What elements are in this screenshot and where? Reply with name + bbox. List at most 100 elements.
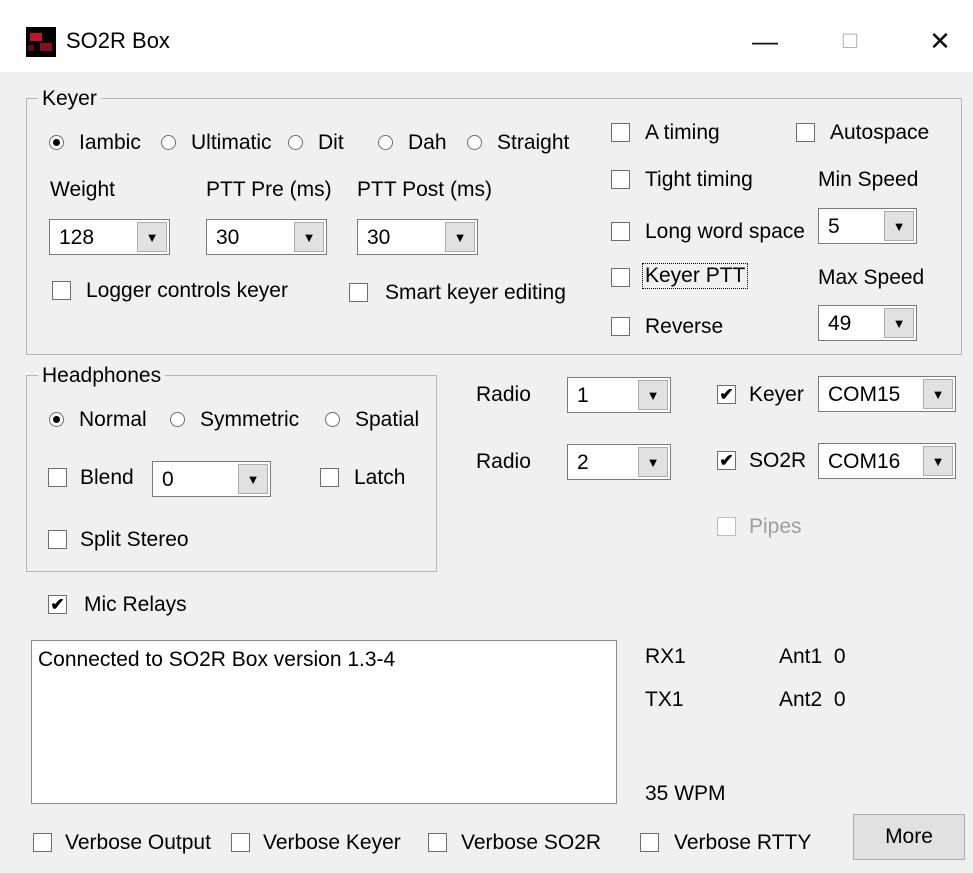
split-stereo-checkbox[interactable] [48, 530, 67, 549]
close-button[interactable]: ✕ [910, 16, 970, 66]
long-word-space-label: Long word space [645, 220, 805, 243]
radio2-select[interactable]: 2 ▼ [567, 444, 671, 480]
radio-straight[interactable] [467, 135, 482, 150]
maximize-button[interactable]: □ [820, 16, 880, 66]
latch-checkbox[interactable] [320, 468, 339, 487]
chevron-down-icon[interactable]: ▼ [923, 446, 953, 476]
radio-symmetric[interactable] [170, 412, 185, 427]
pipes-label: Pipes [749, 515, 802, 538]
log-line: Connected to SO2R Box version 1.3-4 [38, 648, 396, 671]
split-stereo-label: Split Stereo [80, 528, 189, 551]
chevron-down-icon[interactable]: ▼ [923, 379, 953, 409]
radio-normal[interactable] [49, 412, 64, 427]
minimize-button[interactable]: — [735, 16, 795, 66]
ant2-status: Ant2 0 [779, 688, 846, 711]
ptt-pre-select[interactable]: 30 ▼ [206, 219, 327, 255]
verbose-so2r-checkbox[interactable] [428, 833, 447, 852]
keyer-port-label: Keyer [749, 383, 804, 406]
keyer-port-checkbox[interactable]: ✔ [717, 385, 736, 404]
chevron-down-icon[interactable]: ▼ [238, 464, 268, 494]
radio-iambic[interactable] [49, 135, 64, 150]
radio-dit[interactable] [288, 135, 303, 150]
radio-symmetric-label: Symmetric [200, 408, 300, 431]
keyer-port-select[interactable]: COM15 ▼ [818, 376, 956, 412]
more-button[interactable]: More [853, 814, 965, 860]
max-speed-select-value: 49 [828, 312, 852, 335]
tight-timing-label: Tight timing [645, 168, 753, 191]
verbose-output-label: Verbose Output [65, 831, 211, 854]
rx-status: RX1 [645, 645, 686, 668]
so2r-port-select[interactable]: COM16 ▼ [818, 443, 956, 479]
headphones-legend: Headphones [38, 364, 166, 388]
chevron-down-icon[interactable]: ▼ [638, 380, 668, 410]
ptt-post-select[interactable]: 30 ▼ [357, 219, 478, 255]
reverse-checkbox[interactable] [611, 317, 630, 336]
radio-spatial[interactable] [325, 412, 340, 427]
chevron-down-icon[interactable]: ▼ [445, 222, 475, 252]
window-title: SO2R Box [66, 28, 170, 53]
blend-checkbox[interactable] [48, 468, 67, 487]
keyer-ptt-checkbox[interactable] [611, 268, 630, 287]
a-timing-label: A timing [645, 121, 720, 144]
min-speed-label: Min Speed [818, 168, 919, 191]
radio-ultimatic[interactable] [161, 135, 176, 150]
chevron-down-icon[interactable]: ▼ [137, 222, 167, 252]
min-speed-select-value: 5 [828, 215, 840, 238]
ptt-post-label: PTT Post (ms) [357, 178, 492, 201]
chevron-down-icon[interactable]: ▼ [638, 447, 668, 477]
chevron-down-icon[interactable]: ▼ [294, 222, 324, 252]
tight-timing-checkbox[interactable] [611, 170, 630, 189]
autospace-checkbox[interactable] [796, 123, 815, 142]
blend-select[interactable]: 0 ▼ [152, 461, 271, 497]
pipes-checkbox [717, 517, 736, 536]
logger-controls-checkbox[interactable] [52, 281, 71, 300]
weight-select[interactable]: 128 ▼ [49, 219, 170, 255]
so2r-port-select-value: COM16 [828, 450, 901, 473]
so2r-port-label: SO2R [749, 449, 807, 472]
keyer-legend: Keyer [38, 87, 101, 111]
verbose-keyer-label: Verbose Keyer [263, 831, 401, 854]
verbose-keyer-checkbox[interactable] [231, 833, 250, 852]
so2r-port-checkbox[interactable]: ✔ [717, 451, 736, 470]
weight-label: Weight [50, 178, 115, 201]
chevron-down-icon[interactable]: ▼ [884, 308, 914, 338]
radio1-label: Radio [476, 383, 531, 406]
log-output[interactable]: Connected to SO2R Box version 1.3-4 [31, 640, 617, 804]
radio-dit-label: Dit [318, 131, 344, 154]
ptt-pre-label: PTT Pre (ms) [206, 178, 332, 201]
radio-straight-label: Straight [497, 131, 570, 154]
mic-relays-label: Mic Relays [84, 593, 187, 616]
max-speed-label: Max Speed [818, 266, 925, 289]
autospace-label: Autospace [830, 121, 930, 144]
verbose-rtty-checkbox[interactable] [640, 833, 659, 852]
radio-dah-label: Dah [408, 131, 447, 154]
verbose-rtty-label: Verbose RTTY [674, 831, 812, 854]
verbose-so2r-label: Verbose SO2R [461, 831, 602, 854]
radio2-label: Radio [476, 450, 531, 473]
a-timing-checkbox[interactable] [611, 123, 630, 142]
radio2-select-value: 2 [577, 451, 589, 474]
radio1-select[interactable]: 1 ▼ [567, 377, 671, 413]
radio1-select-value: 1 [577, 384, 589, 407]
keyer-ptt-label: Keyer PTT [641, 263, 749, 289]
smart-editing-label: Smart keyer editing [385, 281, 566, 304]
blend-label: Blend [80, 466, 134, 489]
max-speed-select[interactable]: 49 ▼ [818, 305, 917, 341]
chevron-down-icon[interactable]: ▼ [884, 211, 914, 241]
logger-controls-label: Logger controls keyer [86, 279, 288, 302]
keyer-port-select-value: COM15 [828, 383, 901, 406]
weight-select-value: 128 [59, 226, 95, 249]
long-word-space-checkbox[interactable] [611, 222, 630, 241]
ptt-post-select-value: 30 [367, 226, 391, 249]
smart-editing-checkbox[interactable] [349, 283, 368, 302]
min-speed-select[interactable]: 5 ▼ [818, 208, 917, 244]
wpm-status: 35 WPM [645, 782, 726, 805]
ant1-status: Ant1 0 [779, 645, 846, 668]
radio-ultimatic-label: Ultimatic [191, 131, 272, 154]
blend-select-value: 0 [162, 468, 174, 491]
radio-dah[interactable] [378, 135, 393, 150]
verbose-output-checkbox[interactable] [33, 833, 52, 852]
mic-relays-checkbox[interactable]: ✔ [48, 595, 67, 614]
app-icon [26, 27, 56, 57]
reverse-label: Reverse [645, 315, 724, 338]
